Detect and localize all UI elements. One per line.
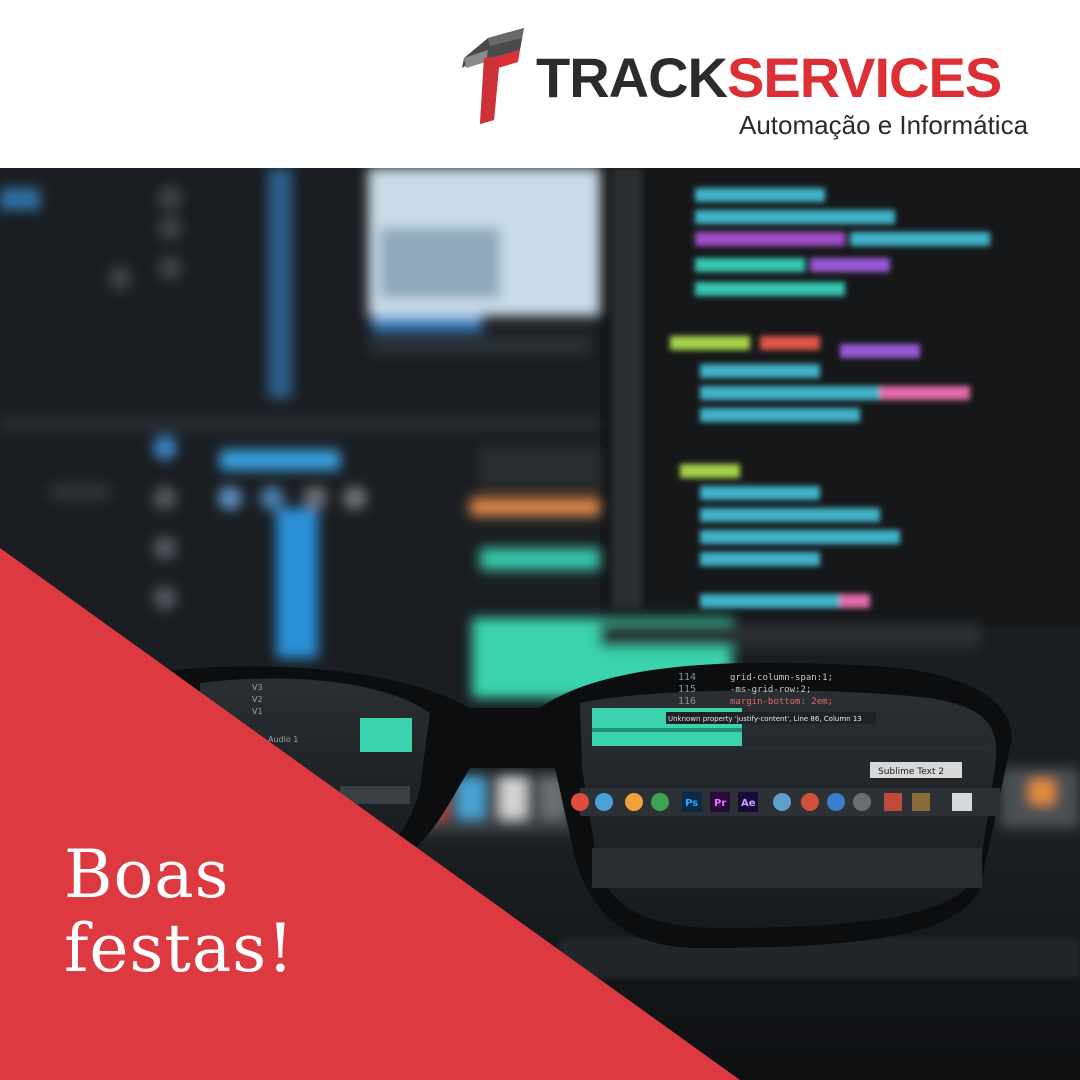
greeting-line-1: Boas: [64, 836, 230, 913]
line-gutter: [612, 168, 642, 608]
brand-wordmark: TRACKSERVICES: [536, 50, 1002, 106]
brand-tagline: Automação e Informática: [739, 110, 1029, 140]
lens-dock-ae: Ae: [741, 798, 756, 809]
lens-code-line-3: margin-bottom: 2em;: [730, 697, 833, 707]
greeting-line-2: festas!: [64, 909, 295, 987]
social-post: TRACKSERVICES Automação e Informática 11…: [0, 0, 1080, 1080]
brand-name-track: TRACK: [536, 46, 728, 109]
greeting-text: Boas festas!: [64, 838, 295, 986]
header: TRACKSERVICES Automação e Informática: [0, 0, 1080, 168]
red-triangle-overlay: [0, 548, 740, 1080]
lens-code-line-2: -ms-grid-row:2;: [730, 685, 811, 695]
lens-code-line-1: grid-column-span:1;: [730, 673, 833, 683]
brand-logo: TRACKSERVICES Automação e Informática: [458, 28, 1058, 140]
track-logo-icon: [462, 28, 524, 124]
brand-name-services: SERVICES: [726, 46, 1002, 109]
lens-app-label: Sublime Text 2: [878, 767, 944, 777]
